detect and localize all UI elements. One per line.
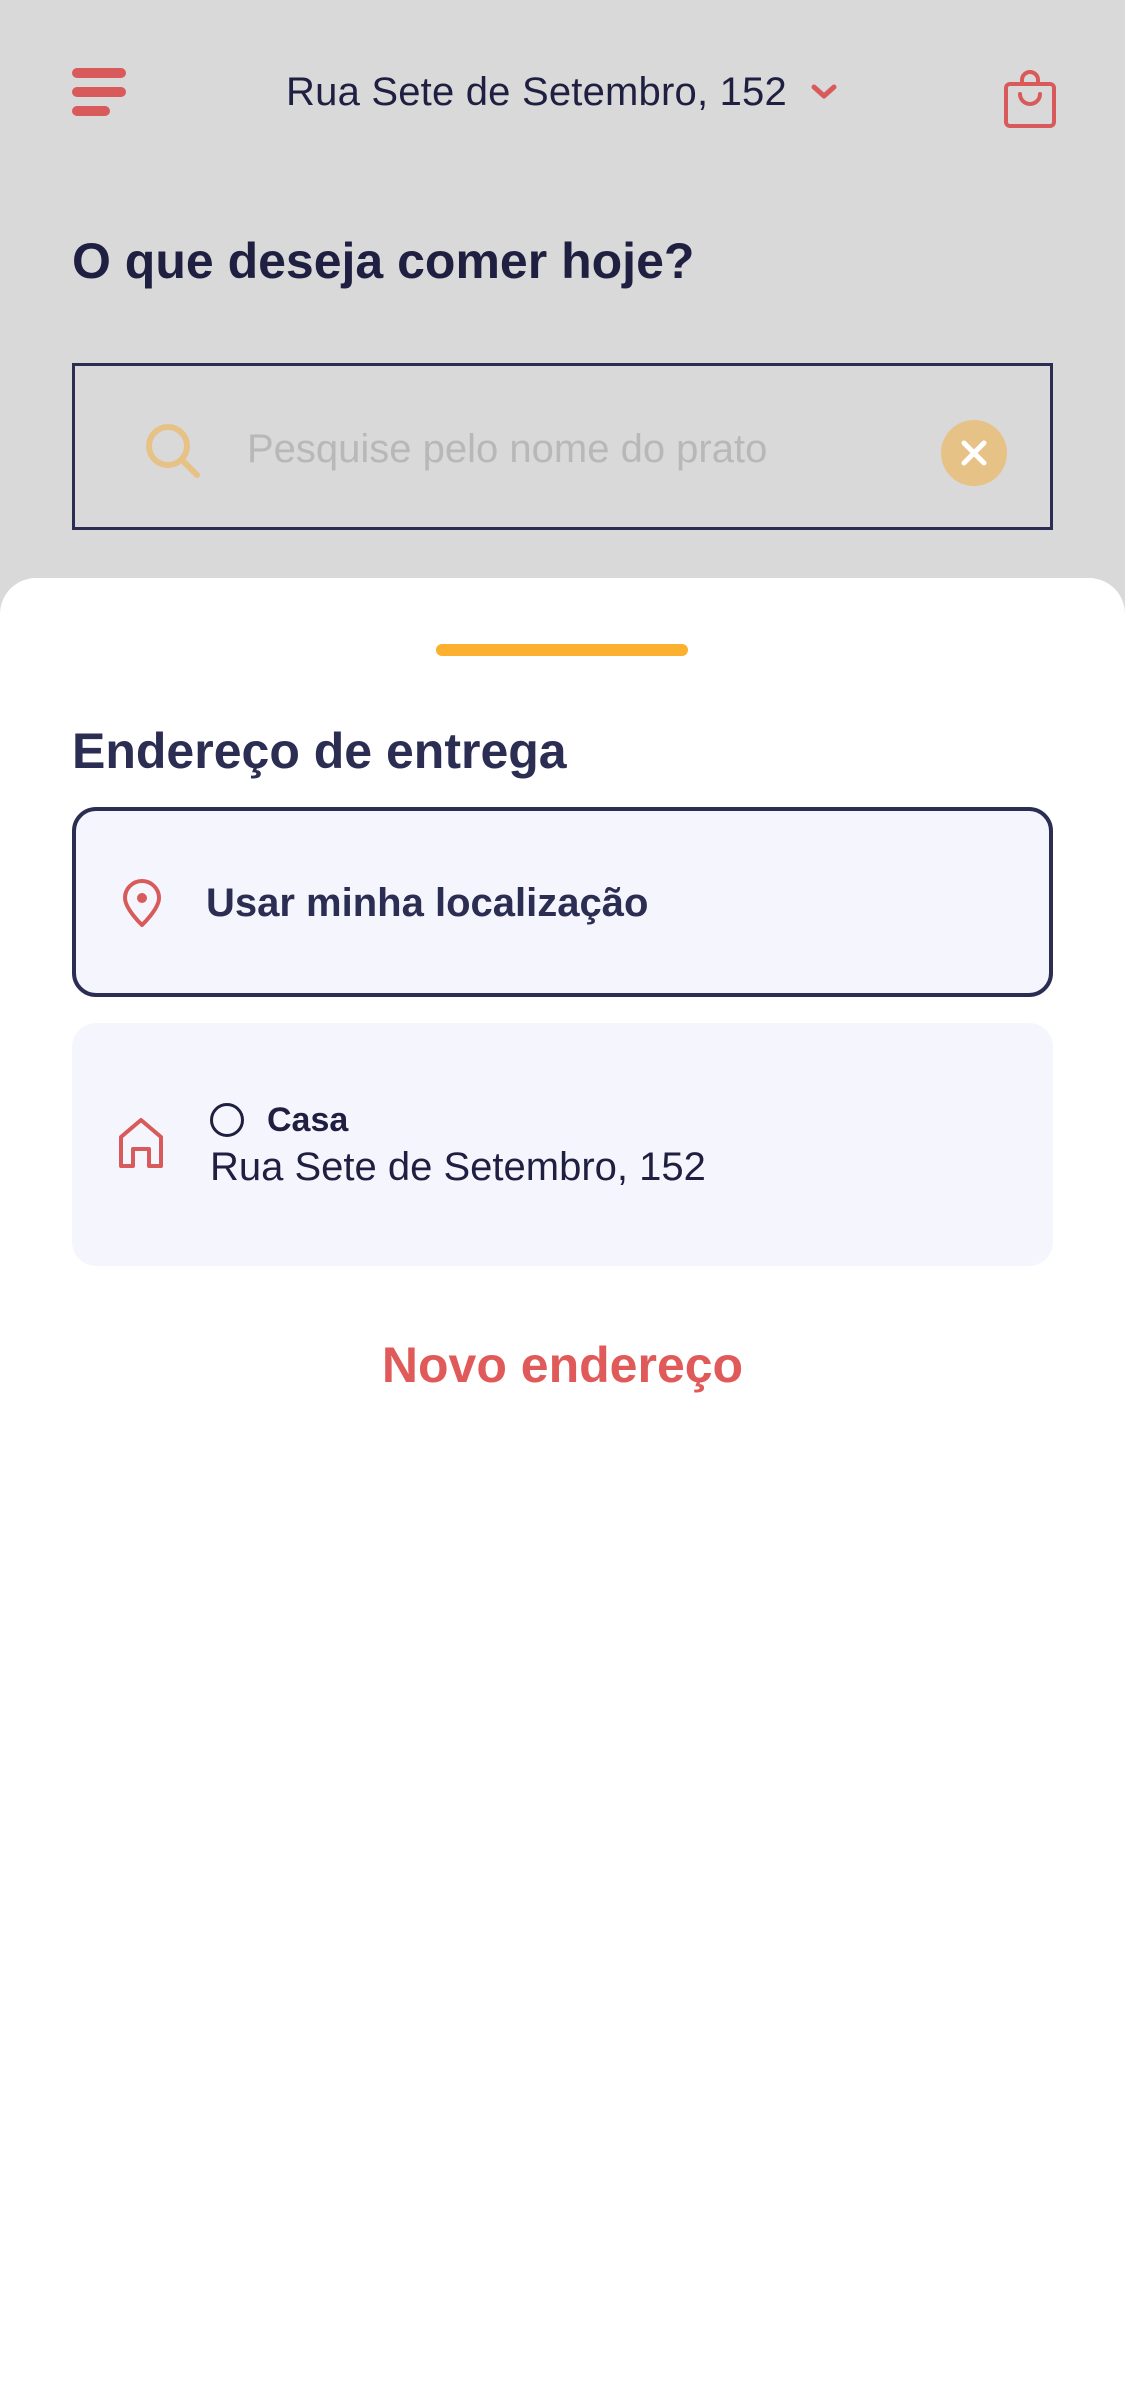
close-icon	[961, 440, 987, 466]
address-selector[interactable]: Rua Sete de Setembro, 152	[0, 66, 1125, 118]
home-icon	[119, 1118, 163, 1168]
search-icon	[146, 424, 200, 478]
use-my-location-button[interactable]: Usar minha localização	[72, 807, 1053, 997]
clear-search-button[interactable]	[941, 420, 1007, 486]
address-street: Rua Sete de Setembro, 152	[210, 1145, 706, 1189]
address-name: Casa	[267, 1101, 349, 1139]
saved-address-card[interactable]: Casa Rua Sete de Setembro, 152	[72, 1023, 1053, 1266]
delivery-address-sheet: Endereço de entrega Usar minha localizaç…	[0, 578, 1125, 2406]
shopping-bag-icon[interactable]	[1002, 68, 1058, 130]
search-input[interactable]	[247, 416, 867, 482]
search-bar[interactable]	[72, 363, 1053, 530]
sheet-title: Endereço de entrega	[72, 723, 567, 779]
use-my-location-label: Usar minha localização	[206, 881, 649, 925]
current-address-text: Rua Sete de Setembro, 152	[286, 69, 787, 114]
map-pin-icon	[123, 879, 161, 927]
sheet-drag-handle[interactable]	[436, 644, 688, 656]
address-radio-button[interactable]	[210, 1103, 244, 1137]
chevron-down-icon	[811, 84, 837, 99]
page-title: O que deseja comer hoje?	[72, 233, 695, 289]
new-address-button[interactable]: Novo endereço	[0, 1336, 1125, 1394]
